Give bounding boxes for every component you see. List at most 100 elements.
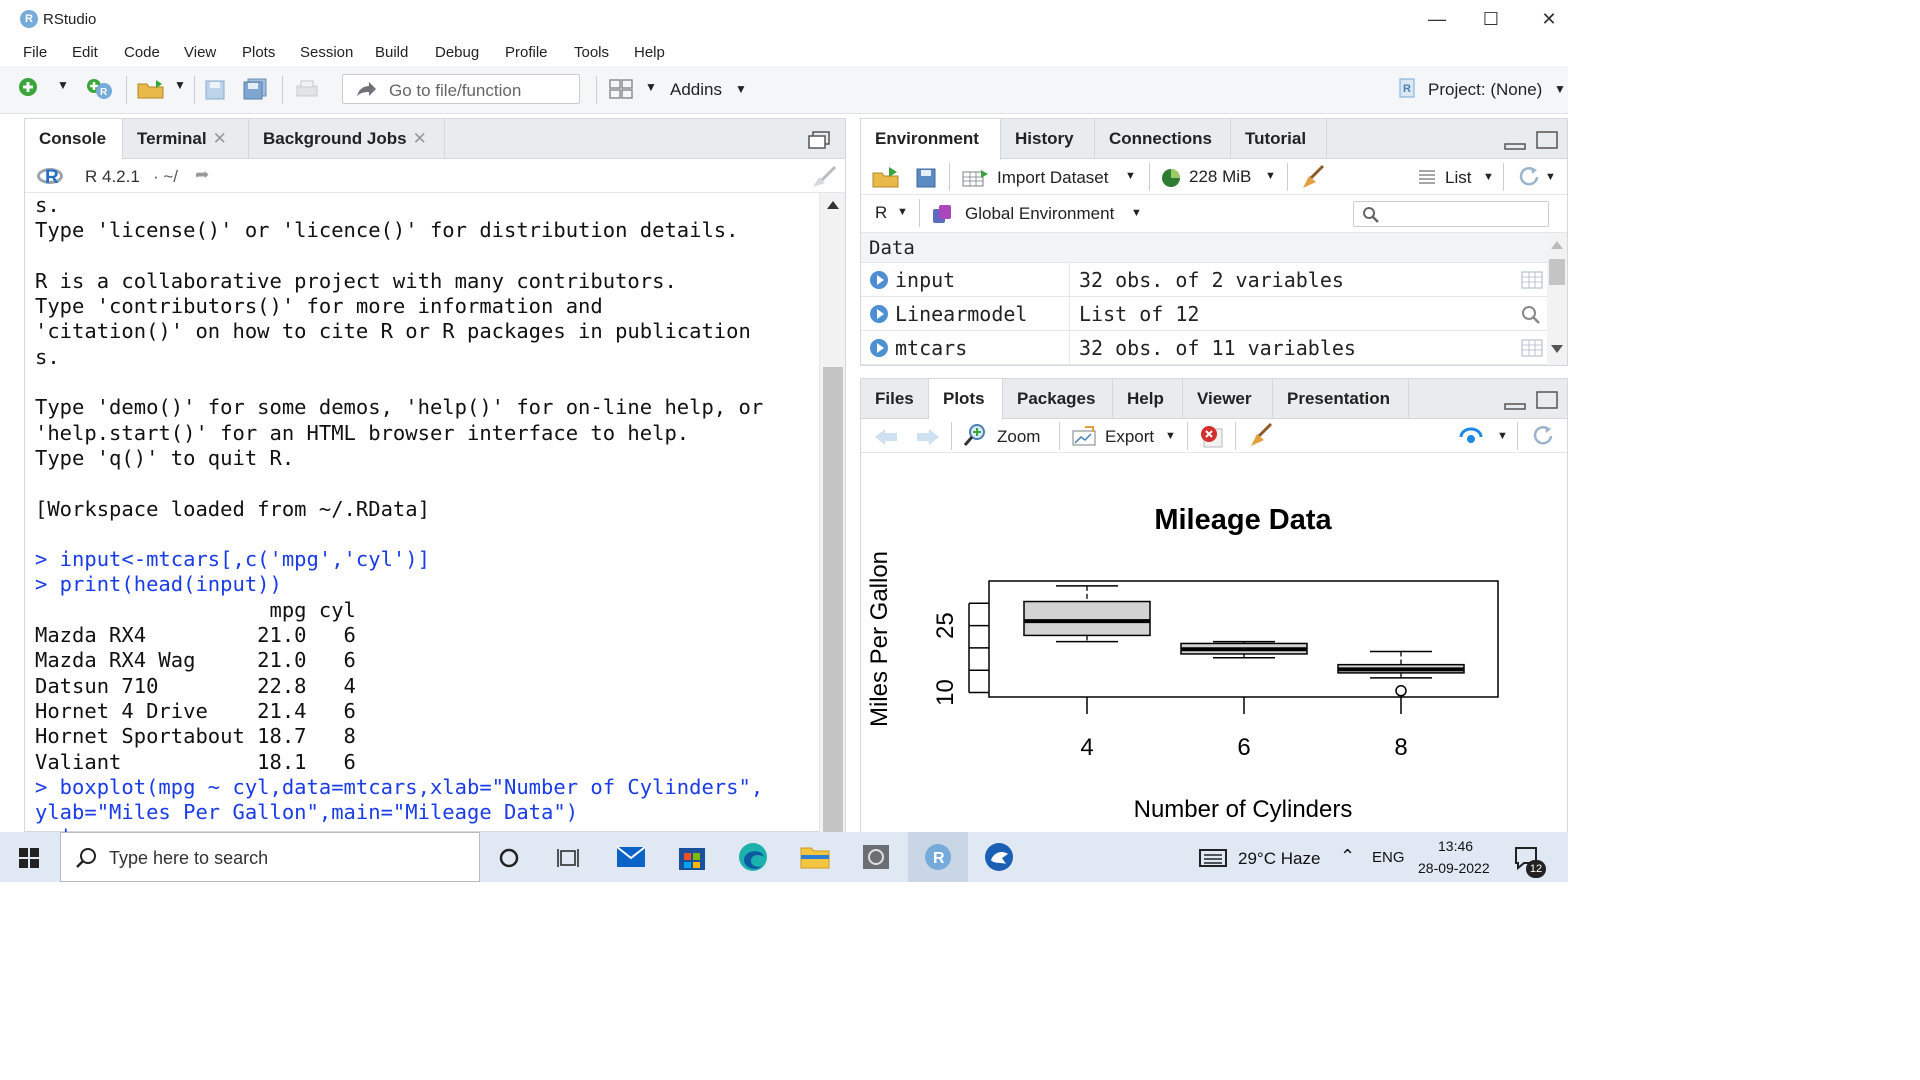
refresh-plot-icon[interactable] [1531,424,1555,448]
view-data-grid-icon[interactable] [1521,271,1543,289]
inspect-object-icon[interactable] [1521,305,1541,325]
new-project-icon[interactable]: R [86,78,114,100]
cortana-icon[interactable] [498,847,520,869]
weather-text[interactable]: 29°C Haze [1238,849,1320,869]
save-workspace-icon[interactable] [915,167,937,189]
menu-help[interactable]: Help [634,44,665,61]
zoom-icon[interactable] [963,423,987,447]
maximize-pane-icon[interactable] [1535,390,1559,410]
refresh-dropdown-icon[interactable]: ▼ [1545,171,1556,183]
tab-plots[interactable]: Plots [929,379,1003,420]
go-to-file-input[interactable]: Go to file/function [342,74,580,104]
remove-plot-icon[interactable] [1199,424,1223,448]
environment-scope-select[interactable]: Global Environment [965,204,1114,224]
panes-dropdown-icon[interactable]: ▼ [645,80,657,94]
file-explorer-icon[interactable] [800,844,830,870]
console-scrollbar[interactable] [819,193,845,833]
clock-date[interactable]: 28-09-2022 [1418,860,1490,876]
environment-scope-dropdown-icon[interactable]: ▼ [1131,207,1142,219]
clear-workspace-broom-icon[interactable] [1299,164,1327,190]
print-icon[interactable] [294,78,320,100]
tab-terminal[interactable]: Terminal ✕ [123,119,249,159]
clear-all-plots-broom-icon[interactable] [1247,422,1275,448]
open-file-icon[interactable] [136,78,168,100]
publish-icon[interactable] [1457,425,1487,447]
view-mode-dropdown-icon[interactable]: ▼ [1483,171,1494,183]
language-select[interactable]: R [875,203,887,223]
edge-browser-icon[interactable] [738,842,768,872]
tab-presentation[interactable]: Presentation [1273,379,1409,419]
load-workspace-icon[interactable] [871,165,903,189]
photo-app-icon[interactable] [862,844,890,870]
memory-usage[interactable]: 228 MiB [1189,167,1251,187]
save-icon[interactable] [204,79,226,101]
memory-dropdown-icon[interactable]: ▼ [1265,170,1276,182]
export-dropdown-icon[interactable]: ▼ [1165,430,1176,442]
new-file-dropdown-icon[interactable]: ▼ [57,78,69,92]
environment-row[interactable]: input 32 obs. of 2 variables [861,263,1547,297]
expand-object-icon[interactable] [870,271,888,289]
menu-tools[interactable]: Tools [574,44,609,61]
clock-time[interactable]: 13:46 [1438,838,1473,854]
import-dataset-icon[interactable] [961,168,991,188]
maximize-button[interactable]: ☐ [1468,6,1514,32]
tab-connections[interactable]: Connections [1095,119,1231,159]
expand-object-icon[interactable] [870,305,888,323]
addins-menu[interactable]: Addins [670,80,722,100]
tab-help[interactable]: Help [1113,379,1183,419]
weather-icon[interactable] [1198,847,1230,869]
view-data-grid-icon[interactable] [1521,339,1543,357]
view-mode-select[interactable]: List [1445,168,1471,188]
menu-session[interactable]: Session [300,44,353,61]
task-view-icon[interactable] [556,847,580,869]
next-plot-icon[interactable] [915,427,941,447]
previous-plot-icon[interactable] [873,427,899,447]
scrollbar-thumb[interactable] [823,367,843,833]
export-icon[interactable] [1071,425,1099,447]
boxplot-chart[interactable]: Mileage Data 10 25 4 6 8 Miles Per Gallon N… [861,454,1567,832]
maximize-pane-icon[interactable] [807,130,831,150]
console-output[interactable]: s. Type 'license()' or 'licence()' for di… [35,193,819,833]
open-file-dropdown-icon[interactable]: ▼ [174,78,186,92]
language-dropdown-icon[interactable]: ▼ [897,206,908,218]
zoom-button[interactable]: Zoom [997,427,1040,447]
snipping-tool-icon[interactable] [984,842,1014,872]
mail-app-icon[interactable] [616,844,646,870]
menu-code[interactable]: Code [124,44,160,61]
minimize-button[interactable]: — [1414,6,1460,32]
windows-start-icon[interactable] [19,848,39,868]
tab-packages[interactable]: Packages [1003,379,1113,419]
workspace-panes-icon[interactable] [608,78,634,100]
microsoft-store-icon[interactable] [678,843,706,871]
menu-plots[interactable]: Plots [242,44,275,61]
minimize-pane-icon[interactable] [1503,141,1527,151]
show-hidden-icons-icon[interactable]: ⌃ [1340,846,1355,867]
tab-files[interactable]: Files [861,379,929,419]
menu-debug[interactable]: Debug [435,44,479,61]
close-terminal-icon[interactable]: ✕ [213,129,227,148]
menu-file[interactable]: File [23,44,47,61]
tab-console[interactable]: Console [25,119,123,160]
environment-row[interactable]: mtcars 32 obs. of 11 variables [861,331,1547,365]
working-directory[interactable]: · ~/ [153,167,178,187]
import-dataset-button[interactable]: Import Dataset [997,168,1109,188]
publish-dropdown-icon[interactable]: ▼ [1497,430,1508,442]
environment-row[interactable]: Linearmodel List of 12 [861,297,1547,331]
tab-viewer[interactable]: Viewer [1183,379,1273,419]
taskbar-search-box[interactable]: Type here to search [60,832,480,882]
save-all-icon[interactable] [242,78,268,100]
export-button[interactable]: Export [1105,427,1154,447]
environment-scrollbar[interactable] [1547,233,1567,365]
expand-object-icon[interactable] [870,339,888,357]
go-to-directory-icon[interactable]: ➦ [195,165,209,185]
maximize-pane-icon[interactable] [1535,130,1559,150]
refresh-icon[interactable] [1517,165,1541,189]
close-background-jobs-icon[interactable]: ✕ [413,129,427,148]
tab-environment[interactable]: Environment [861,119,1001,160]
import-dataset-dropdown-icon[interactable]: ▼ [1125,170,1136,182]
menu-edit[interactable]: Edit [72,44,98,61]
close-button[interactable]: ✕ [1526,6,1572,32]
scroll-up-icon[interactable] [827,201,839,209]
new-file-icon[interactable] [18,77,40,99]
input-language[interactable]: ENG [1372,849,1405,866]
